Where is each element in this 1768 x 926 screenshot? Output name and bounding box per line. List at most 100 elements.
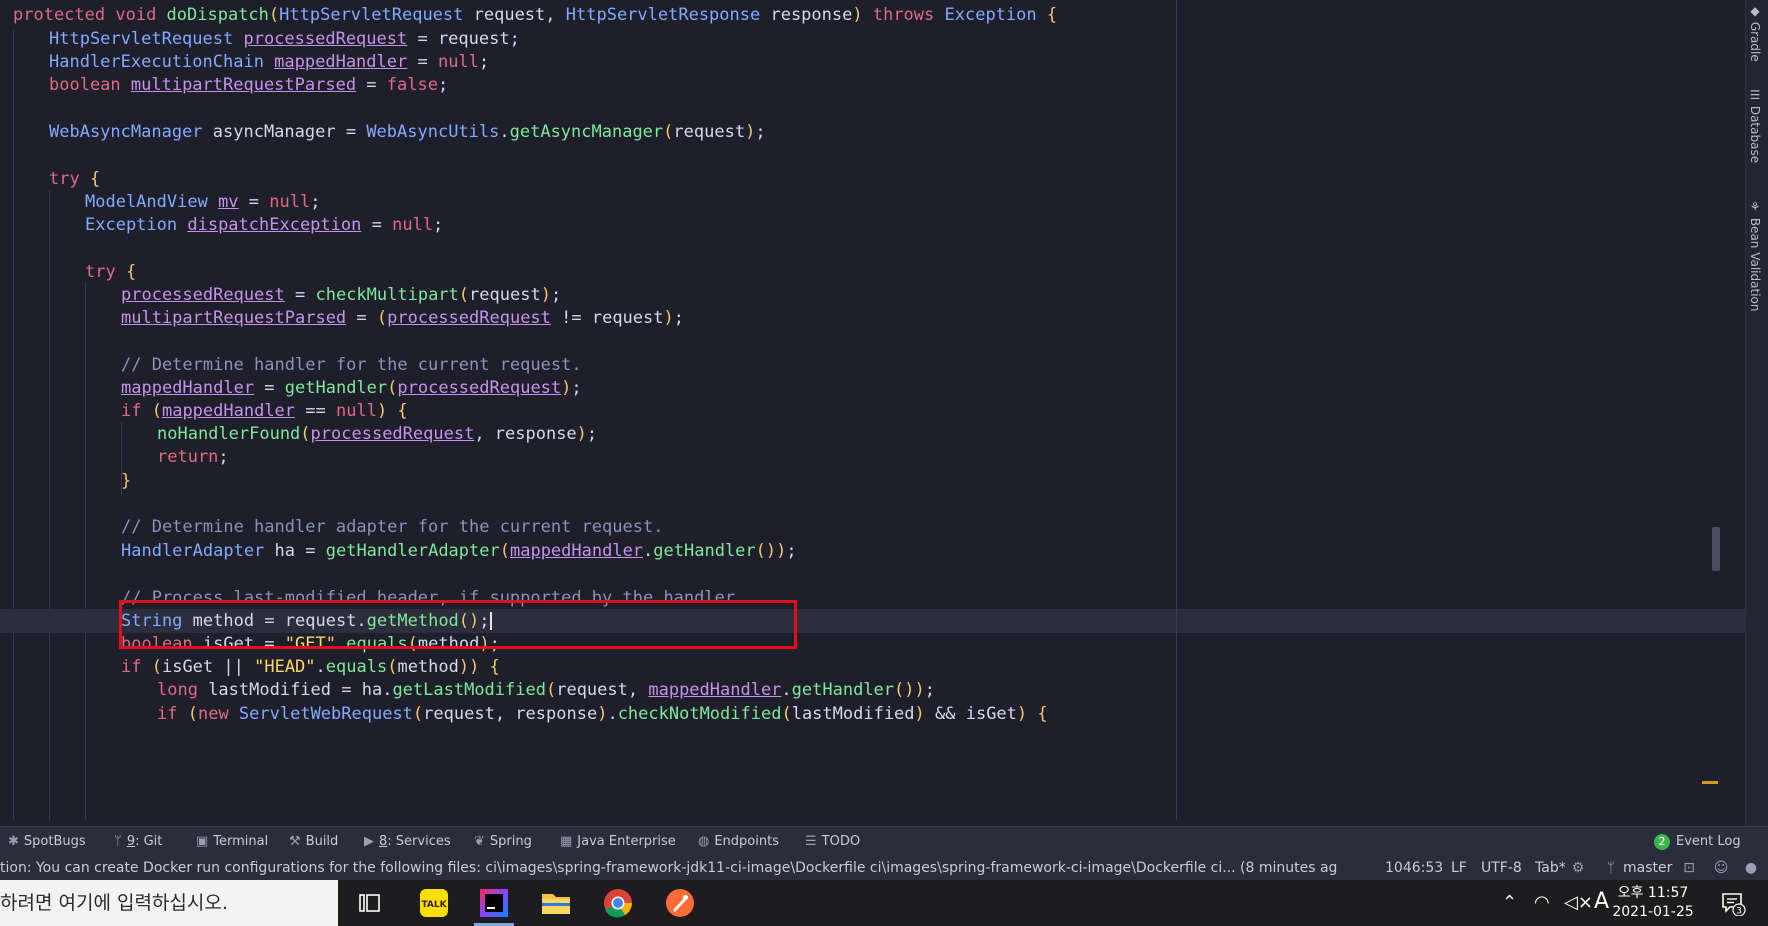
code-token: ;: [786, 541, 797, 561]
code-token: ): [561, 378, 572, 398]
code-token: boolean: [49, 75, 131, 95]
code-line[interactable]: noHandlerFound(processedRequest, respons…: [0, 422, 1746, 446]
code-line[interactable]: if (isGet || "HEAD".equals(method)) {: [0, 655, 1746, 679]
code-token: try: [85, 262, 126, 282]
file-encoding[interactable]: UTF-8: [1481, 856, 1522, 880]
tool-window-bar: ✱ SpotBugs ᛘ 9: Git ▣ Terminal ⚒ Build ▶ 8: S…: [0, 826, 1768, 857]
code-token: (: [387, 657, 398, 677]
show-hidden-icons[interactable]: ⌃: [1502, 892, 1517, 913]
indent-setting[interactable]: Tab*: [1535, 856, 1566, 880]
caret-position[interactable]: 1046:53: [1385, 856, 1443, 880]
code-token: processedRequest: [397, 378, 562, 398]
tool-endpoints[interactable]: ◍ Endpoints: [698, 827, 779, 857]
code-line[interactable]: boolean multipartRequestParsed = false;: [0, 73, 1746, 97]
code-line[interactable]: ModelAndView mv = null;: [0, 190, 1746, 214]
clock[interactable]: 오후 11:57 2021-01-25: [1608, 884, 1698, 922]
code-line[interactable]: HttpServletRequest processedRequest = re…: [0, 27, 1746, 51]
tool-services[interactable]: ▶ 8: Services: [364, 827, 451, 857]
kakaotalk-app[interactable]: TALK: [414, 886, 454, 920]
chrome-app[interactable]: [598, 886, 638, 920]
code-line[interactable]: return;: [0, 445, 1746, 469]
code-token: ==: [295, 401, 336, 421]
lock-icon[interactable]: ⊡: [1681, 860, 1697, 876]
editorconfig-icon[interactable]: ⚙: [1570, 860, 1586, 876]
tool-build[interactable]: ⚒ Build: [289, 827, 338, 857]
taskbar-search-input[interactable]: 하려면 여기에 입력하십시오.: [0, 880, 338, 926]
inspector-icon[interactable]: ☺: [1713, 860, 1729, 876]
code-token: void: [115, 5, 167, 25]
code-token: ;: [586, 424, 598, 444]
code-token: if: [157, 704, 188, 724]
code-token: HttpServletResponse: [565, 5, 771, 25]
code-line[interactable]: [0, 97, 1746, 121]
code-line[interactable]: multipartRequestParsed = (processedReque…: [0, 306, 1746, 330]
tool-todo[interactable]: ☰ TODO: [805, 827, 860, 857]
code-line[interactable]: long lastModified = ha.getLastModified(r…: [0, 678, 1746, 702]
code-token: }: [121, 471, 132, 491]
code-token: , response: [494, 704, 598, 724]
line-separator[interactable]: LF: [1451, 856, 1467, 880]
tool-event-log[interactable]: 2 Event Log: [1654, 827, 1741, 857]
tool-spotbugs[interactable]: ✱ SpotBugs: [8, 827, 86, 857]
code-token: .: [499, 122, 510, 142]
code-token: ,: [627, 680, 649, 700]
editor-scrollbar-thumb[interactable]: [1712, 527, 1720, 571]
code-line[interactable]: if (new ServletWebRequest(request, respo…: [0, 702, 1746, 726]
tool-label: Java Enterprise: [577, 834, 676, 849]
code-token: (: [151, 657, 162, 677]
task-view-button[interactable]: [350, 886, 390, 920]
git-branch[interactable]: master: [1623, 856, 1672, 880]
status-message[interactable]: tion: You can create Docker run configur…: [0, 856, 1345, 880]
code-line[interactable]: // Determine handler for the current req…: [0, 353, 1746, 377]
code-token: && isGet: [924, 704, 1017, 724]
code-line[interactable]: protected void doDispatch(HttpServletReq…: [0, 3, 1746, 27]
postman-app[interactable]: [660, 886, 700, 920]
code-line[interactable]: mappedHandler = getHandler(processedRequ…: [0, 376, 1746, 400]
file-explorer-app[interactable]: [536, 886, 576, 920]
code-token: =: [356, 75, 387, 95]
code-line[interactable]: [0, 144, 1746, 168]
volume-muted-icon[interactable]: ◁×: [1564, 892, 1593, 913]
code-line[interactable]: [0, 562, 1746, 586]
postman-icon: [666, 889, 694, 917]
code-line[interactable]: WebAsyncManager asyncManager = WebAsyncU…: [0, 120, 1746, 144]
code-line[interactable]: processedRequest = checkMultipart(reques…: [0, 283, 1746, 307]
code-line[interactable]: }: [0, 469, 1746, 493]
code-editor[interactable]: protected void doDispatch(HttpServletReq…: [0, 0, 1746, 820]
intellij-app[interactable]: [474, 886, 514, 926]
code-line[interactable]: // Determine handler adapter for the cur…: [0, 515, 1746, 539]
code-token: ;: [310, 192, 321, 212]
code-line[interactable]: try {: [0, 167, 1746, 191]
code-token: getHandler: [791, 680, 895, 700]
code-token: dispatchException: [187, 215, 362, 235]
ime-indicator[interactable]: A: [1594, 889, 1609, 914]
windows-taskbar: 하려면 여기에 입력하십시오. TALK ⌃ ◠ ◁× A 오후 11:57 2…: [0, 880, 1768, 926]
code-line[interactable]: [0, 492, 1746, 516]
tool-java-enterprise[interactable]: ▦ Java Enterprise: [560, 827, 676, 857]
code-token: Exception: [944, 5, 1047, 25]
code-token: (: [781, 704, 792, 724]
code-line[interactable]: try {: [0, 260, 1746, 284]
code-line[interactable]: Exception dispatchException = null;: [0, 213, 1746, 237]
code-token: multipartRequestParsed: [130, 75, 357, 95]
code-line[interactable]: [0, 237, 1746, 261]
code-token: .: [315, 657, 326, 677]
side-tab-gradle[interactable]: ◆ Gradle: [1748, 4, 1762, 62]
code-line[interactable]: if (mappedHandler == null) {: [0, 399, 1746, 423]
tool-spring[interactable]: ❦ Spring: [474, 827, 532, 857]
warning-marker[interactable]: [1702, 781, 1718, 784]
side-tab-database[interactable]: ☰ Database: [1748, 88, 1762, 163]
tool-terminal[interactable]: ▣ Terminal: [196, 827, 268, 857]
code-token: ): [540, 285, 551, 305]
wifi-icon[interactable]: ◠: [1534, 892, 1550, 913]
code-line[interactable]: [0, 329, 1746, 353]
tool-git[interactable]: ᛘ 9: Git: [114, 827, 162, 857]
action-center-button[interactable]: 3: [1720, 890, 1746, 917]
code-token: (: [151, 401, 162, 421]
code-token: (: [412, 704, 424, 724]
code-line[interactable]: HandlerExecutionChain mappedHandler = nu…: [0, 50, 1746, 74]
code-token: mappedHandler: [121, 378, 255, 398]
side-tab-bean-validation[interactable]: ⚘ Bean Validation: [1748, 200, 1762, 311]
code-line[interactable]: HandlerAdapter ha = getHandlerAdapter(ma…: [0, 539, 1746, 563]
notification-icon[interactable]: ●: [1743, 860, 1759, 876]
